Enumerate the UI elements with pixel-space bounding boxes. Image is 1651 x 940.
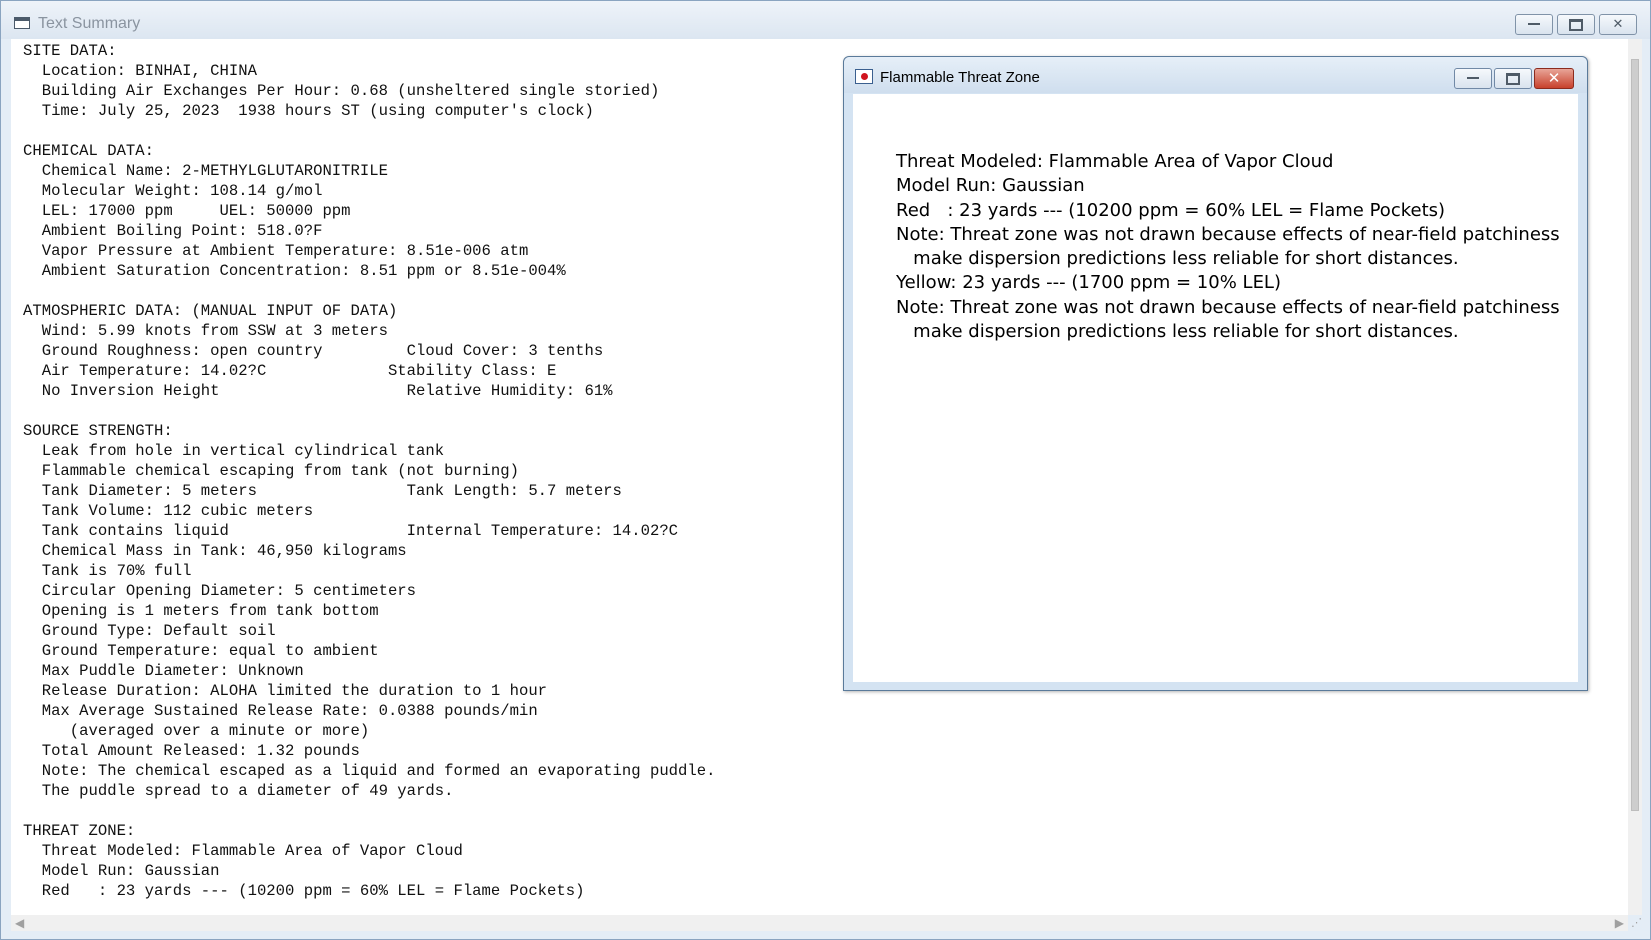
summary-line: Tank Volume: 112 cubic meters [23,502,314,520]
threat-line: Note: Threat zone was not drawn because … [896,296,1560,318]
summary-text: SITE DATA: Location: BINHAI, CHINA Build… [23,41,715,901]
summary-line: Vapor Pressure at Ambient Temperature: 8… [23,242,529,260]
summary-line: Building Air Exchanges Per Hour: 0.68 (u… [23,82,660,100]
summary-line: Molecular Weight: 108.14 g/mol [23,182,323,200]
summary-line: Ambient Saturation Concentration: 8.51 p… [23,262,566,280]
summary-line: Ground Temperature: equal to ambient [23,642,379,660]
minimize-icon [1467,74,1479,79]
scroll-left-arrow-icon[interactable]: ◀ [15,915,24,931]
threat-content-area: Threat Modeled: Flammable Area of Vapor … [853,94,1578,682]
summary-line: Chemical Name: 2-METHYLGLUTARONITRILE [23,162,388,180]
close-icon: ✕ [1547,69,1561,87]
summary-line: Total Amount Released: 1.32 pounds [23,742,360,760]
summary-line: CHEMICAL DATA: [23,142,155,160]
summary-line: Tank contains liquid Internal Temperatur… [23,522,679,540]
summary-line: Air Temperature: 14.02?C Stability Class… [23,362,557,380]
summary-line: SOURCE STRENGTH: [23,422,173,440]
summary-line: Note: The chemical escaped as a liquid a… [23,762,716,780]
threat-close-button[interactable]: ✕ [1534,68,1574,89]
summary-line: Release Duration: ALOHA limited the dura… [23,682,548,700]
flammable-threat-zone-window: Flammable Threat Zone ✕ Threat Modeled: … [843,56,1588,691]
summary-line: THREAT ZONE: [23,822,136,840]
threat-line: Red : 23 yards --- (10200 ppm = 60% LEL … [896,199,1446,221]
threat-line: make dispersion predictions less reliabl… [896,248,1459,270]
threat-line: Yellow: 23 yards --- (1700 ppm = 10% LEL… [896,272,1281,294]
main-close-button[interactable]: ✕ [1599,14,1637,35]
horizontal-scrollbar[interactable]: ◀ ▶ [11,915,1628,931]
maximize-icon [1569,18,1583,31]
summary-line: Ground Type: Default soil [23,622,276,640]
summary-line: Circular Opening Diameter: 5 centimeters [23,582,417,600]
summary-line: Ground Roughness: open country Cloud Cov… [23,342,604,360]
summary-line: Tank is 70% full [23,562,192,580]
summary-line: No Inversion Height Relative Humidity: 6… [23,382,613,400]
summary-line: Location: BINHAI, CHINA [23,62,257,80]
main-minimize-button[interactable] [1515,14,1553,35]
summary-line: (averaged over a minute or more) [23,722,370,740]
minimize-icon [1528,20,1540,25]
threat-maximize-button[interactable] [1494,68,1532,89]
main-window-title: Text Summary [38,15,141,32]
resize-grip-icon[interactable]: ⋰ [1631,915,1642,931]
document-icon [14,17,30,29]
flame-map-icon [855,69,873,84]
threat-line: Model Run: Gaussian [896,175,1085,197]
threat-minimize-button[interactable] [1454,68,1492,89]
threat-text: Threat Modeled: Flammable Area of Vapor … [896,150,1560,344]
main-titlebar[interactable]: Text Summary ✕ [1,1,1650,39]
summary-line: SITE DATA: [23,42,117,60]
main-maximize-button[interactable] [1557,14,1595,35]
summary-line: Time: July 25, 2023 1938 hours ST (using… [23,102,594,120]
summary-line: ATMOSPHERIC DATA: (MANUAL INPUT OF DATA) [23,302,398,320]
vertical-scrollbar[interactable] [1628,39,1642,915]
summary-line: Chemical Mass in Tank: 46,950 kilograms [23,542,407,560]
summary-line: Opening is 1 meters from tank bottom [23,602,379,620]
summary-line: Ambient Boiling Point: 518.0?F [23,222,323,240]
threat-line: Note: Threat zone was not drawn because … [896,223,1560,245]
summary-line: Leak from hole in vertical cylindrical t… [23,442,445,460]
maximize-icon [1506,72,1520,85]
summary-line: Tank Diameter: 5 meters Tank Length: 5.7… [23,482,622,500]
summary-line: Max Puddle Diameter: Unknown [23,662,304,680]
threat-window-title: Flammable Threat Zone [880,69,1040,86]
summary-line: Wind: 5.99 knots from SSW at 3 meters [23,322,388,340]
text-summary-window: Text Summary ✕ SITE DATA: Location: BINH… [0,0,1651,940]
summary-line: LEL: 17000 ppm UEL: 50000 ppm [23,202,351,220]
summary-line: Flammable chemical escaping from tank (n… [23,462,519,480]
threat-line: Threat Modeled: Flammable Area of Vapor … [896,151,1334,172]
summary-line: Threat Modeled: Flammable Area of Vapor … [23,842,463,860]
threat-titlebar[interactable]: Flammable Threat Zone ✕ [844,57,1587,93]
vertical-scroll-thumb[interactable] [1631,59,1639,811]
summary-line: The puddle spread to a diameter of 49 ya… [23,782,454,800]
close-icon: ✕ [1612,17,1624,32]
summary-line: Model Run: Gaussian [23,862,220,880]
scroll-right-arrow-icon[interactable]: ▶ [1615,915,1624,931]
threat-line: make dispersion predictions less reliabl… [896,321,1459,343]
summary-line: Red : 23 yards --- (10200 ppm = 60% LEL … [23,882,585,900]
summary-line: Max Average Sustained Release Rate: 0.03… [23,702,538,720]
